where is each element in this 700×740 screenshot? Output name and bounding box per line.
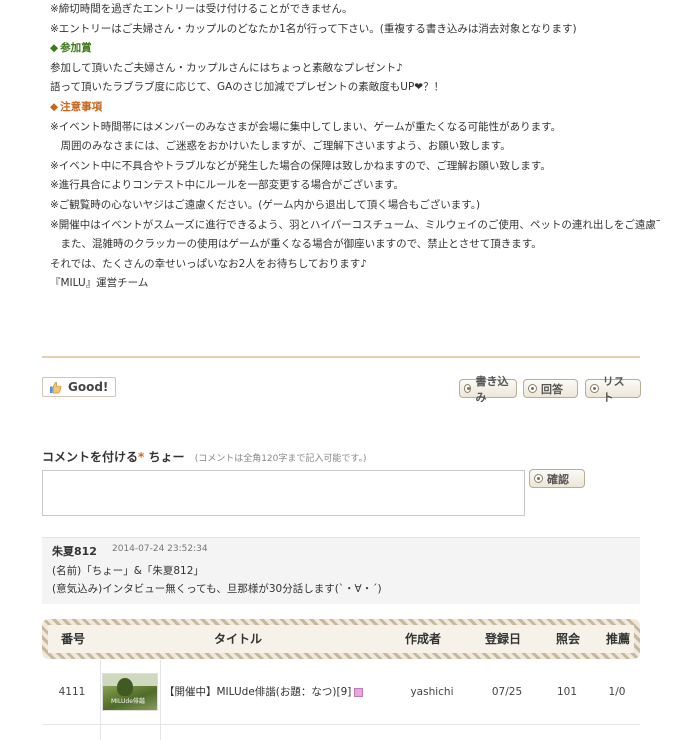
comment-user: ちょー bbox=[148, 450, 185, 464]
body-line-text: ※進行具合によりコンテスト中にルールを一部変更する場合がございます。 bbox=[50, 179, 405, 192]
list-label: リスト bbox=[602, 374, 625, 404]
header-views: 照会 bbox=[555, 632, 580, 646]
post-thumbnail[interactable]: MILUde俳諧 bbox=[102, 673, 158, 711]
body-line: また、混雑時のクラッカーの使用はゲームが重くなる場合が御座いますので、禁止とさせ… bbox=[50, 235, 660, 255]
body-line: ※イベント時間帯にはメンバーのみなさまが会場に集中してしまい、ゲームが重たくなる… bbox=[50, 118, 660, 138]
comment-hint: (コメントは全角120字まで記入可能です。) bbox=[194, 454, 367, 464]
bullet-icon bbox=[528, 384, 537, 393]
comment-body: (名前)「ちょー」&「朱夏812」 (意気込み)インタビュー無くっても、旦那様が… bbox=[52, 562, 382, 598]
body-line-text: ※締切時間を過ぎたエントリーは受け付けることができません。 bbox=[50, 3, 353, 15]
body-line: ◆ 参加賞 bbox=[50, 39, 660, 59]
content-divider bbox=[42, 356, 640, 358]
body-line-text: 周囲のみなさまには、ご迷惑をおかけいたしますが、ご理解下さいますよう、お願い致し… bbox=[50, 140, 511, 153]
column-divider bbox=[160, 725, 161, 740]
body-line-text: また、混雑時のクラッカーの使用はゲームが重くなる場合が御座いますので、禁止とさせ… bbox=[50, 238, 542, 251]
column-divider bbox=[160, 660, 161, 724]
comment-line: (意気込み)インタビュー無くっても、旦那様が30分話します(`・∀・´) bbox=[52, 583, 382, 595]
row-date: 07/25 bbox=[491, 686, 523, 698]
bullet-icon bbox=[534, 474, 543, 483]
diamond-bullet-icon: ◆ bbox=[50, 100, 59, 113]
comment-item: 朱夏812 2014-07-24 23:52:34 (名前)「ちょー」&「朱夏8… bbox=[42, 537, 640, 604]
comment-timestamp: 2014-07-24 23:52:34 bbox=[112, 544, 208, 554]
body-line-text: ※イベント時間帯にはメンバーのみなさまが会場に集中してしまい、ゲームが重たくなる… bbox=[50, 120, 562, 133]
body-line-text: ※エントリーはご夫婦さん・カップルのどなたか1名が行って下さい。(重複する書き込… bbox=[50, 22, 577, 35]
table-row-partial bbox=[42, 725, 640, 740]
thumbnail-tree bbox=[117, 678, 133, 696]
column-divider bbox=[100, 660, 101, 724]
header-date: 登録日 bbox=[484, 632, 521, 646]
body-line: 『MILU』運営チーム bbox=[50, 274, 660, 294]
write-label: 書き込み bbox=[475, 374, 509, 404]
new-post-icon bbox=[354, 687, 364, 697]
header-title: タイトル bbox=[213, 632, 262, 646]
bullet-icon bbox=[590, 384, 599, 393]
confirm-label: 確認 bbox=[547, 472, 569, 486]
post-title-link[interactable]: 【開催中】MILUde俳諧(お題：なつ)[9] bbox=[164, 660, 364, 724]
row-author: yashichi bbox=[410, 686, 454, 698]
good-label: Good! bbox=[68, 380, 109, 394]
row-number: 4111 bbox=[58, 686, 86, 698]
required-mark: * bbox=[138, 450, 145, 464]
body-line: ※進行具合によりコンテスト中にルールを一部変更する場合がございます。 bbox=[50, 176, 660, 196]
body-line-text: ※イベント中に不具合やトラブルなどが発生した場合の保障は致しかねますので、ご理解… bbox=[50, 159, 551, 172]
diamond-bullet-icon: ◆ bbox=[50, 42, 59, 55]
good-button[interactable]: Good! bbox=[42, 377, 116, 397]
header-recommend: 推薦 bbox=[605, 632, 630, 646]
body-line-text: ※開催中はイベントがスムーズに進行できるよう、羽とハイパーコスチューム、ミルウェ… bbox=[50, 218, 660, 231]
body-line: ※ご観覧時の心ないヤジはご遠慮ください。(ゲーム内から退出して頂く場合もございま… bbox=[50, 196, 660, 216]
thumbnail-text: MILUde俳諧 bbox=[111, 698, 145, 705]
board-table-header: 番号 タイトル 作成者 登録日 照会 推薦 bbox=[42, 619, 640, 659]
table-row: 4111 MILUde俳諧 【開催中】MILUde俳諧(お題：なつ)[9] ya… bbox=[42, 660, 640, 725]
comment-line: (名前)「ちょー」&「朱夏812」 bbox=[52, 565, 204, 577]
bullet-icon bbox=[464, 384, 472, 393]
reply-label: 回答 bbox=[541, 382, 563, 396]
body-line: ◆ 注意事項 bbox=[50, 98, 660, 118]
body-line: ※開催中はイベントがスムーズに進行できるよう、羽とハイパーコスチューム、ミルウェ… bbox=[50, 216, 660, 236]
body-line-text: 参加賞 bbox=[60, 42, 92, 55]
thumbs-up-icon bbox=[49, 381, 62, 393]
body-line: ※エントリーはご夫婦さん・カップルのどなたか1名が行って下さい。(重複する書き込… bbox=[50, 20, 660, 40]
column-divider bbox=[100, 725, 101, 740]
comment-count: [9] bbox=[336, 686, 352, 698]
body-line: ※締切時間を過ぎたエントリーは受け付けることができません。 bbox=[50, 0, 660, 20]
body-line: 参加して頂いたご夫婦さん・カップルさんにはちょっと素敵なプレゼント♪ bbox=[50, 59, 660, 79]
list-button[interactable]: リスト bbox=[585, 375, 641, 404]
comment-author: 朱夏812 bbox=[52, 545, 97, 558]
comment-form-title: コメントを付ける* ちょー (コメントは全角120字まで記入可能です。) bbox=[42, 448, 367, 465]
post-title: 【開催中】MILUde俳諧(お題：なつ) bbox=[164, 686, 337, 698]
header-number: 番号 bbox=[60, 632, 85, 646]
row-views: 101 bbox=[556, 686, 578, 698]
body-line-text: 語って頂いたラブラブ度に応じて、GAのさじ加減でプレゼントの素敵度もUP❤？！ bbox=[50, 81, 445, 94]
body-line-text: それでは、たくさんの幸せいっぱいなお2人をお待ちしております♪ bbox=[50, 257, 367, 270]
write-button[interactable]: 書き込み bbox=[459, 375, 517, 404]
body-line-text: ※ご観覧時の心ないヤジはご遠慮ください。(ゲーム内から退出して頂く場合もございま… bbox=[50, 198, 481, 211]
body-line-text: 参加して頂いたご夫婦さん・カップルさんにはちょっと素敵なプレゼント♪ bbox=[50, 61, 403, 74]
post-body: ※締切時間を過ぎたエントリーは受け付けることができません。 ※エントリーはご夫婦さ… bbox=[50, 0, 660, 294]
reply-button[interactable]: 回答 bbox=[523, 379, 578, 398]
comment-input[interactable] bbox=[42, 470, 525, 516]
header-author: 作成者 bbox=[404, 632, 441, 646]
confirm-button[interactable]: 確認 bbox=[529, 469, 585, 488]
body-line: それでは、たくさんの幸せいっぱいなお2人をお待ちしております♪ bbox=[50, 255, 660, 275]
body-line: 周囲のみなさまには、ご迷惑をおかけいたしますが、ご理解下さいますよう、お願い致し… bbox=[50, 137, 660, 157]
comment-title-text: コメントを付ける bbox=[42, 450, 139, 464]
body-line: 語って頂いたラブラブ度に応じて、GAのさじ加減でプレゼントの素敵度もUP❤？！ bbox=[50, 78, 660, 98]
body-line-text: 『MILU』運営チーム bbox=[50, 277, 149, 290]
row-recommend: 1/0 bbox=[608, 686, 626, 698]
body-line: ※イベント中に不具合やトラブルなどが発生した場合の保障は致しかねますので、ご理解… bbox=[50, 157, 660, 177]
body-line-text: 注意事項 bbox=[60, 100, 103, 113]
